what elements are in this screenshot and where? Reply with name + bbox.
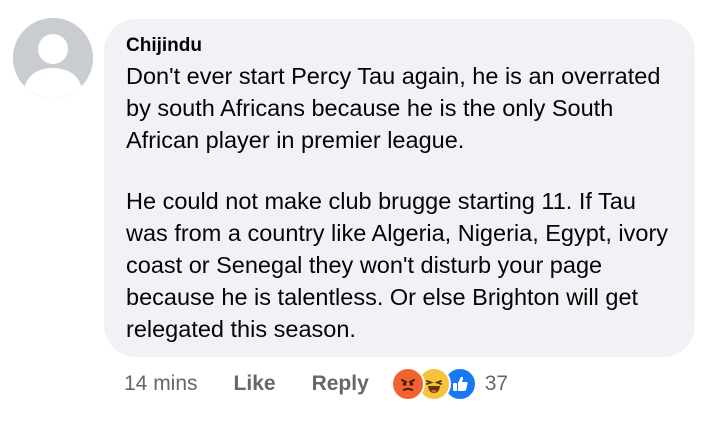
comment-paragraph-1: Don't ever start Percy Tau again, he is … [126, 63, 661, 153]
reaction-summary[interactable] [390, 367, 477, 401]
comment-author[interactable]: Chijindu [126, 35, 202, 57]
comment-timestamp[interactable]: 14 mins [124, 372, 198, 396]
comment-bubble: Chijindu Don't ever start Percy Tau agai… [104, 19, 695, 357]
reaction-count[interactable]: 37 [485, 372, 508, 396]
like-button[interactable]: Like [234, 372, 276, 396]
default-avatar-icon [13, 18, 93, 98]
avatar[interactable] [13, 18, 93, 98]
angry-icon [390, 367, 425, 401]
reply-button[interactable]: Reply [312, 372, 369, 396]
comment-actions: 14 mins Like Reply 37 [124, 366, 684, 402]
comment-paragraph-2: He could not make club brugge starting 1… [126, 188, 669, 342]
